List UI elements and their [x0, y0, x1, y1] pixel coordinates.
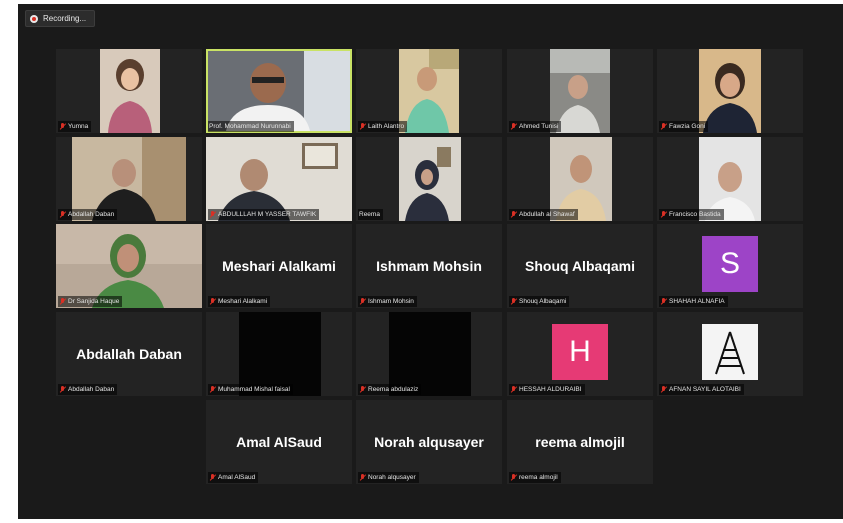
participant-name-bar: Fawzia Goni [659, 121, 709, 132]
participant-name-bar: Amal AlSaud [208, 472, 259, 483]
participant-name-bar: Abdullah al Shawaf [509, 209, 578, 220]
participant-avatar: H [552, 324, 608, 380]
participant-name-bar: Francisco Bastida [659, 209, 724, 220]
participant-avatar: S [702, 236, 758, 292]
participant-tile-active-speaker[interactable]: Prof. Mohammad Nurunnabi [206, 49, 352, 133]
participant-tile-laith[interactable]: Laith Alantro [356, 49, 502, 133]
participant-video [699, 49, 761, 133]
mic-off-icon [660, 210, 667, 219]
participant-tile-meshari[interactable]: Meshari Alalkami Meshari Alalkami [206, 224, 352, 308]
participant-name-bar: Norah alqusayer [358, 472, 419, 483]
participant-tile-yumna[interactable]: Yumna [56, 49, 202, 133]
recording-indicator[interactable]: Recording... [25, 10, 96, 27]
participant-name-bar: Reema abdulaziz [358, 384, 422, 395]
mic-off-icon [510, 122, 517, 131]
participant-tile-reema[interactable]: Reema [356, 137, 502, 221]
mic-off-icon [209, 473, 216, 482]
mic-off-icon [510, 473, 517, 482]
participant-name-bar: Meshari Alalkami [208, 296, 271, 307]
participant-avatar-image [702, 324, 758, 380]
participant-tile-reema-almojil[interactable]: reema almojil reema almojil [507, 400, 653, 484]
participant-name-bar: Reema [358, 209, 383, 220]
participant-display-name: reema almojil [535, 434, 625, 450]
participant-name-bar: ABDULLLAH M YASSER TAWFIK [208, 209, 320, 220]
participant-name-bar: SHAHAH ALNAFIA [659, 296, 728, 307]
mic-off-icon [209, 297, 216, 306]
mic-off-icon [209, 210, 216, 219]
participant-name-bar: Ahmed Tunisi [509, 121, 562, 132]
participant-name-bar: Abdallah Daban [58, 209, 118, 220]
participant-tile-ishmam[interactable]: Ishmam Mohsin Ishmam Mohsin [356, 224, 502, 308]
participant-tile-reema-abdulaziz[interactable]: Reema abdulaziz [356, 312, 502, 396]
participant-tile-hessah[interactable]: H HESSAH ALDURAIBI [507, 312, 653, 396]
participant-name-bar: Prof. Mohammad Nurunnabi [208, 121, 294, 132]
participant-tile-norah[interactable]: Norah alqusayer Norah alqusayer [356, 400, 502, 484]
participant-name-bar: Abdallah Daban [58, 384, 118, 395]
participant-name-bar: reema almojil [509, 472, 561, 483]
participant-tile-abdulllah[interactable]: ABDULLLAH M YASSER TAWFIK [206, 137, 352, 221]
meeting-gallery: Recording... Yumna Prof. Mohammad Nurunn… [18, 4, 843, 519]
participant-display-name: Ishmam Mohsin [376, 258, 482, 274]
participant-display-name: Meshari Alalkami [222, 258, 336, 274]
participant-video [399, 137, 461, 221]
mic-off-icon [660, 385, 667, 394]
mic-off-icon [359, 473, 366, 482]
participant-tile-shouq[interactable]: Shouq Albaqami Shouq Albaqami [507, 224, 653, 308]
participant-video [399, 49, 459, 133]
participant-name-bar: Shouq Albaqami [509, 296, 570, 307]
mic-off-icon [59, 297, 66, 306]
participant-tile-francisco[interactable]: Francisco Bastida [657, 137, 803, 221]
mic-off-icon [510, 385, 517, 394]
mic-off-icon [359, 297, 366, 306]
participant-video [208, 51, 350, 131]
participant-tile-fawzia[interactable]: Fawzia Goni [657, 49, 803, 133]
participant-tile-afnan[interactable]: AFNAN SAYIL ALOTAIBI [657, 312, 803, 396]
mic-off-icon [209, 385, 216, 394]
participant-name-bar: HESSAH ALDURAIBI [509, 384, 585, 395]
participant-tile-shahah[interactable]: S SHAHAH ALNAFIA [657, 224, 803, 308]
participant-video [100, 49, 160, 133]
mic-off-icon [660, 122, 667, 131]
mic-off-icon [359, 122, 366, 131]
participant-display-name: Norah alqusayer [374, 434, 484, 450]
mic-off-icon [510, 210, 517, 219]
participant-name-bar: Laith Alantro [358, 121, 408, 132]
participant-tile-mishal[interactable]: Muhammad Mishal faisal [206, 312, 352, 396]
mic-off-icon [59, 122, 66, 131]
mic-off-icon [510, 297, 517, 306]
participant-display-name: Abdallah Daban [76, 346, 182, 362]
participant-name-bar: Muhammad Mishal faisal [208, 384, 293, 395]
participant-display-name: Shouq Albaqami [525, 258, 635, 274]
mic-off-icon [59, 210, 66, 219]
participant-tile-ahmed[interactable]: Ahmed Tunisi [507, 49, 653, 133]
participant-tile-amal[interactable]: Amal AlSaud Amal AlSaud [206, 400, 352, 484]
participant-tile-sanjida[interactable]: Dr Sanjida Haque [56, 224, 202, 308]
record-icon [30, 14, 38, 23]
participant-name-bar: Yumna [58, 121, 92, 132]
participant-tile-abdallah[interactable]: Abdallah Daban [56, 137, 202, 221]
participant-tile-abdullah-shawaf[interactable]: Abdullah al Shawaf [507, 137, 653, 221]
mic-off-icon [359, 385, 366, 394]
mic-off-icon [660, 297, 667, 306]
recording-label: Recording... [43, 14, 87, 23]
tower-icon [715, 331, 745, 375]
participant-display-name: Amal AlSaud [236, 434, 322, 450]
participant-name-bar: AFNAN SAYIL ALOTAIBI [659, 384, 744, 395]
mic-off-icon [59, 385, 66, 394]
participant-name-bar: Ishmam Mohsin [358, 296, 417, 307]
participant-name-bar: Dr Sanjida Haque [58, 296, 123, 307]
participant-tile-abdallah-2[interactable]: Abdallah Daban Abdallah Daban [56, 312, 202, 396]
